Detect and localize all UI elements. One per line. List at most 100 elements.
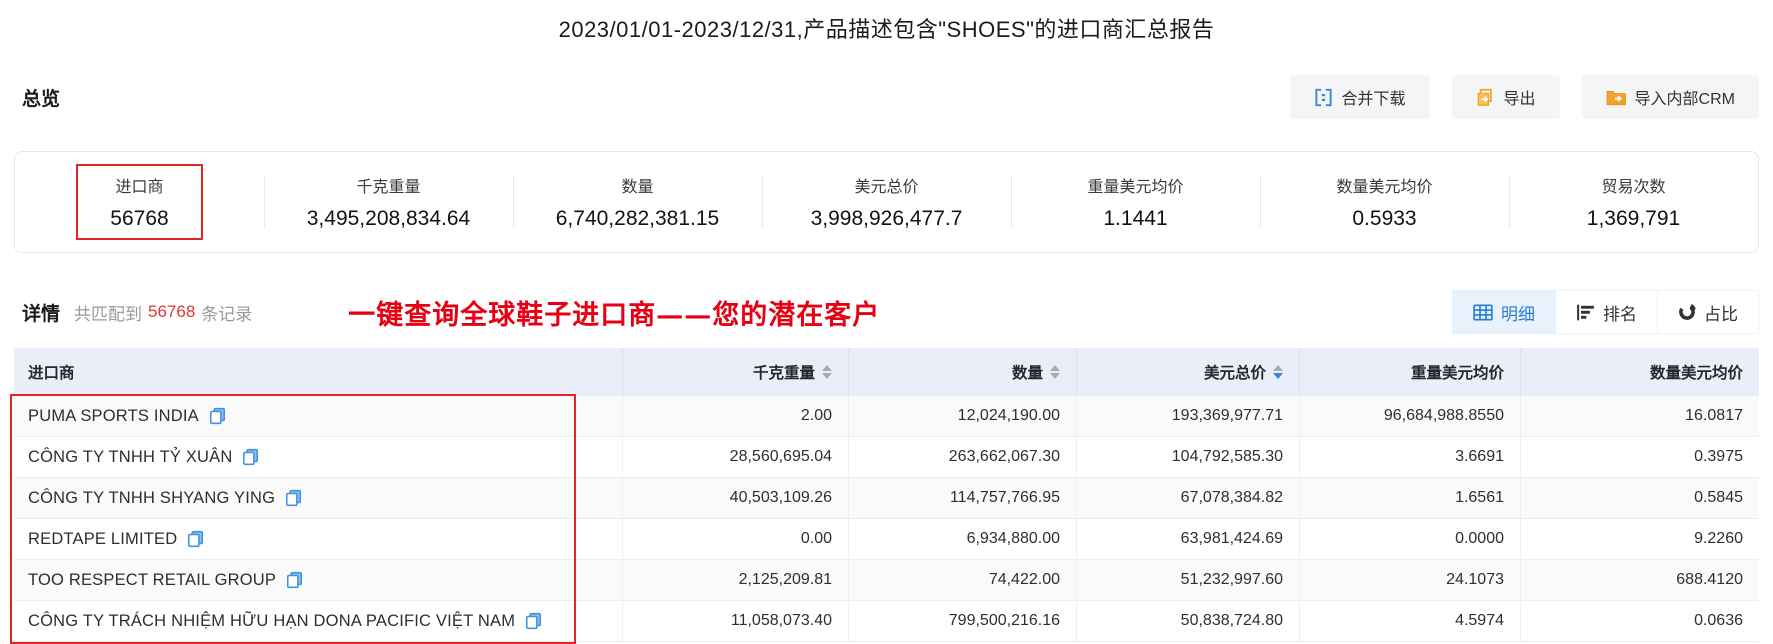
usd-per-kg-cell: 0.0000 <box>1300 519 1521 559</box>
kg-weight-cell: 2.00 <box>623 396 849 436</box>
copy-icon[interactable] <box>285 489 302 507</box>
importer-name-link[interactable]: CÔNG TY TRÁCH NHIỆM HỮU HẠN DONA PACIFIC… <box>28 612 515 631</box>
table-row: CÔNG TY TNHH SHYANG YING 40,503,109.26 1… <box>14 478 1759 519</box>
kg-weight-cell: 0.00 <box>623 519 849 559</box>
stat-content: 进口商 56768 <box>76 164 204 240</box>
quantity-cell: 263,662,067.30 <box>849 437 1077 477</box>
importer-name-link[interactable]: CÔNG TY TNHH TỶ XUÂN <box>28 448 232 467</box>
importer-name-link[interactable]: CÔNG TY TNHH SHYANG YING <box>28 489 275 508</box>
copy-icon[interactable] <box>209 407 226 425</box>
usd-per-kg-cell: 4.5974 <box>1300 601 1521 641</box>
stat-label: 千克重量 <box>356 179 421 196</box>
stat-cell: 数量美元均价 0.5933 <box>1260 152 1509 252</box>
stat-content: 数量美元均价 0.5933 <box>1330 171 1438 233</box>
stat-value: 0.5933 <box>1352 207 1417 230</box>
copy-icon[interactable] <box>187 530 204 548</box>
stat-content: 数量 6,740,282,381.15 <box>550 171 726 233</box>
import-crm-icon <box>1606 90 1626 105</box>
usd-total-cell: 51,232,997.60 <box>1077 560 1300 600</box>
stat-cell: 贸易次数 1,369,791 <box>1509 152 1758 252</box>
importer-name-link[interactable]: REDTAPE LIMITED <box>28 530 177 549</box>
importer-cell: CÔNG TY TNHH TỶ XUÂN <box>14 437 623 477</box>
kg-weight-cell: 28,560,695.04 <box>623 437 849 477</box>
stat-label: 数量 <box>621 179 654 196</box>
stat-label: 进口商 <box>115 179 164 196</box>
stat-content: 贸易次数 1,369,791 <box>1581 171 1686 233</box>
stat-cell: 数量 6,740,282,381.15 <box>513 152 762 252</box>
importer-cell: CÔNG TY TNHH SHYANG YING <box>14 478 623 518</box>
usd-per-kg-cell: 3.6691 <box>1300 437 1521 477</box>
column-header[interactable]: 美元总价 <box>1077 348 1300 396</box>
stat-content: 千克重量 3,495,208,834.64 <box>301 171 477 233</box>
table-row: PUMA SPORTS INDIA 2.00 12,024,190.00 193… <box>14 396 1759 437</box>
stat-cell: 美元总价 3,998,926,477.7 <box>762 152 1011 252</box>
copy-icon[interactable] <box>525 612 542 630</box>
kg-weight-cell: 2,125,209.81 <box>623 560 849 600</box>
view-tab-label: 占比 <box>1704 304 1738 324</box>
importer-name-link[interactable]: PUMA SPORTS INDIA <box>28 407 199 426</box>
marketing-annotation: 一键查询全球鞋子进口商——您的潜在客户 <box>348 299 881 331</box>
copy-icon <box>526 612 542 630</box>
usd-per-qty-cell: 0.3975 <box>1694 448 1743 465</box>
view-tab[interactable]: 明细 <box>1452 290 1556 334</box>
usd-total-cell: 193,369,977.71 <box>1077 396 1300 436</box>
copy-icon <box>188 530 204 548</box>
stat-cell: 千克重量 3,495,208,834.64 <box>264 152 513 252</box>
copy-icon <box>243 448 259 466</box>
stat-value: 56768 <box>110 207 169 230</box>
usd-total-cell: 104,792,585.30 <box>1077 437 1300 477</box>
column-header[interactable]: 数量美元均价 <box>1521 348 1759 396</box>
overview-toolbar: 总览 合并下载 导出 导入内部CRM <box>14 74 1759 120</box>
overview-heading: 总览 <box>22 88 61 110</box>
detail-header-row: 详情 共匹配到 56768 条记录 一键查询全球鞋子进口商——您的潜在客户 明细… <box>14 289 1759 335</box>
view-tab[interactable]: 占比 <box>1658 290 1759 334</box>
match-count: 56768 <box>148 302 196 321</box>
quantity-cell: 114,757,766.95 <box>849 478 1077 518</box>
stat-value: 1.1441 <box>1103 207 1168 230</box>
action-button-label: 合并下载 <box>1341 91 1406 108</box>
importer-name-link[interactable]: TOO RESPECT RETAIL GROUP <box>28 571 276 590</box>
sort-carets-icon[interactable] <box>1050 365 1060 379</box>
action-button[interactable]: 导入内部CRM <box>1581 75 1759 119</box>
view-tab[interactable]: 排名 <box>1556 290 1658 334</box>
action-buttons: 合并下载 导出 导入内部CRM <box>1289 75 1759 119</box>
view-tab-label: 排名 <box>1603 304 1637 324</box>
sort-carets-icon[interactable] <box>822 365 832 379</box>
stat-content: 美元总价 3,998,926,477.7 <box>805 171 969 233</box>
usd-per-kg-cell: 1.6561 <box>1300 478 1521 518</box>
stat-value: 3,998,926,477.7 <box>810 207 963 230</box>
column-header-label: 重量美元均价 <box>1410 365 1504 382</box>
action-button-label: 导入内部CRM <box>1634 91 1735 108</box>
copy-icon[interactable] <box>286 571 303 589</box>
action-button[interactable]: 导出 <box>1451 75 1560 119</box>
overview-stats-panel: 进口商 56768 千克重量 3,495,208,834.64 数量 6,740… <box>14 151 1759 253</box>
table-row: REDTAPE LIMITED 0.00 6,934,880.00 63,981… <box>14 519 1759 560</box>
action-button-label: 导出 <box>1503 91 1536 108</box>
usd-per-qty-cell: 16.0817 <box>1685 407 1743 424</box>
sort-carets-icon[interactable] <box>1273 365 1283 379</box>
quantity-cell: 6,934,880.00 <box>849 519 1077 559</box>
column-header[interactable]: 千克重量 <box>623 348 849 396</box>
detail-heading: 详情 <box>22 303 61 325</box>
stat-content: 重量美元均价 1.1441 <box>1081 171 1189 233</box>
usd-per-qty-cell: 0.0636 <box>1694 612 1743 629</box>
ranking-icon <box>1577 304 1594 320</box>
usd-total-cell: 67,078,384.82 <box>1077 478 1300 518</box>
importer-cell: REDTAPE LIMITED <box>14 519 623 559</box>
report-page: 2023/01/01-2023/12/31,产品描述包含"SHOES"的进口商汇… <box>0 0 1773 644</box>
action-button[interactable]: 合并下载 <box>1289 75 1430 119</box>
column-header[interactable]: 重量美元均价 <box>1300 348 1521 396</box>
copy-icon <box>287 571 303 589</box>
column-header[interactable]: 进口商 <box>14 348 623 396</box>
usd-per-qty-cell: 688.4120 <box>1676 571 1743 588</box>
importers-table: 进口商 千克重量 数量 美元总价 重量美元均价 数量美元均价 PUMA SPOR… <box>10 348 1759 644</box>
usd-total-cell: 63,981,424.69 <box>1077 519 1300 559</box>
importer-cell: TOO RESPECT RETAIL GROUP <box>14 560 623 600</box>
table-row: CÔNG TY TNHH TỶ XUÂN 28,560,695.04 263,6… <box>14 437 1759 478</box>
column-header[interactable]: 数量 <box>849 348 1077 396</box>
page-title: 2023/01/01-2023/12/31,产品描述包含"SHOES"的进口商汇… <box>558 17 1215 42</box>
usd-per-kg-cell: 96,684,988.8550 <box>1300 396 1521 436</box>
usd-total-cell: 50,838,724.80 <box>1077 601 1300 641</box>
stat-value: 3,495,208,834.64 <box>306 207 471 230</box>
copy-icon[interactable] <box>242 448 259 466</box>
